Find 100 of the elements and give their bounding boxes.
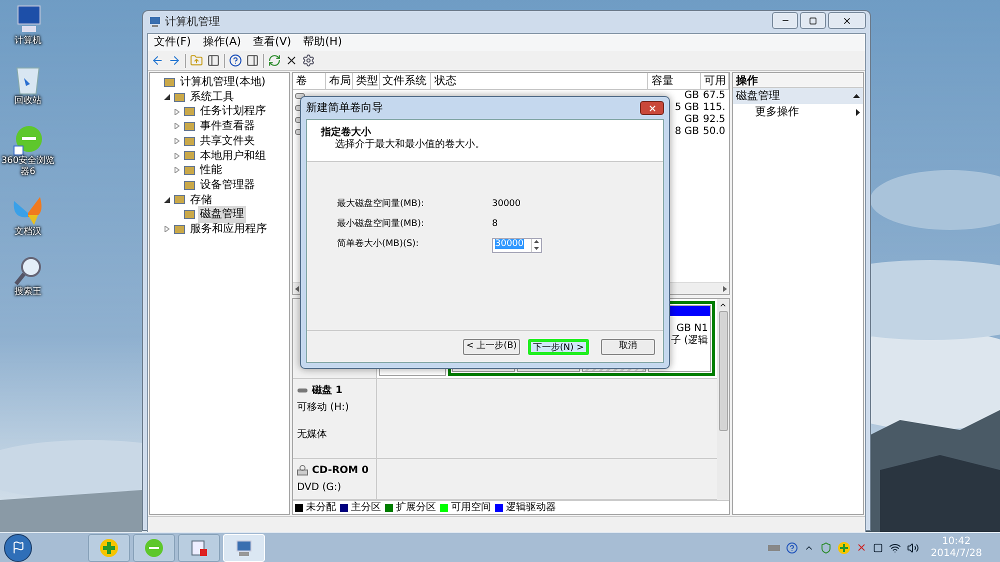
- collapsed-arrow-icon[interactable]: [164, 226, 170, 232]
- tree-item[interactable]: 性能: [198, 162, 224, 179]
- actions-title: 操作: [733, 73, 863, 88]
- table-cell-text: 115.: [702, 102, 726, 114]
- disk-status: 无媒体: [297, 428, 328, 442]
- expanded-arrow-icon[interactable]: [164, 196, 170, 203]
- spin-up-icon[interactable]: [534, 240, 539, 244]
- node-icon: [174, 194, 185, 206]
- collapsed-arrow-icon[interactable]: [174, 138, 180, 144]
- computer-management-icon: [149, 16, 161, 28]
- tree-item[interactable]: 任务计划程序: [198, 103, 268, 120]
- disk-name: 磁盘 1: [312, 384, 342, 398]
- field-label: 最大磁盘空间量(MB):: [337, 198, 425, 212]
- close-icon: [842, 16, 852, 26]
- disk-name: CD-ROM 0: [312, 464, 369, 478]
- legend-label: 可用空间: [451, 500, 491, 515]
- node-icon: [184, 209, 195, 220]
- delete-icon[interactable]: [285, 54, 298, 67]
- close-button[interactable]: [640, 101, 664, 115]
- windows-flag-icon: [12, 541, 24, 554]
- table-cell-text: 92.5: [702, 114, 726, 126]
- column-header[interactable]: 容量: [648, 73, 702, 89]
- tree-item[interactable]: 系统工具: [188, 88, 236, 106]
- start-button[interactable]: [4, 534, 32, 562]
- tree-item[interactable]: 磁盘管理: [198, 206, 246, 223]
- table-cell-text: 8 GB: [674, 126, 700, 138]
- collapse-icon[interactable]: [853, 94, 860, 98]
- refresh-icon[interactable]: [268, 54, 281, 67]
- collapsed-arrow-icon[interactable]: [174, 152, 180, 159]
- column-header[interactable]: 卷: [293, 73, 326, 89]
- help-icon[interactable]: [229, 54, 242, 67]
- tree-item[interactable]: 共享文件夹: [198, 132, 257, 150]
- panel-icon[interactable]: [207, 54, 220, 67]
- forward-icon[interactable]: [168, 54, 181, 67]
- browser-icon: [144, 538, 164, 558]
- column-header[interactable]: 布局: [326, 73, 353, 89]
- node-icon: [184, 120, 195, 132]
- close-button[interactable]: [828, 12, 866, 29]
- volume-icon[interactable]: [906, 542, 919, 554]
- table-cell-text: 67.5: [702, 90, 726, 102]
- scroll-up-icon[interactable]: [719, 301, 727, 309]
- monitor-icon: [190, 538, 208, 556]
- actions-section-header[interactable]: 磁盘管理: [733, 88, 863, 104]
- menu-item[interactable]: 查看(V): [253, 34, 292, 51]
- tree-item[interactable]: 事件查看器: [198, 118, 257, 135]
- menu-item[interactable]: 文件(F): [154, 34, 191, 51]
- wizard-button[interactable]: 取消: [601, 338, 655, 354]
- column-header[interactable]: 文件系统: [380, 73, 432, 89]
- partition-label: 子 (逻辑: [670, 335, 708, 347]
- tree-item[interactable]: 服务和应用程序: [188, 220, 269, 238]
- window-title: 计算机管理: [165, 14, 220, 30]
- legend-label: 未分配: [306, 500, 336, 515]
- wizard-heading: 指定卷大小: [321, 127, 372, 138]
- menu-item[interactable]: 操作(A): [202, 34, 242, 51]
- expanded-arrow-icon[interactable]: [164, 94, 170, 100]
- wizard-button[interactable]: < 上一步(B): [463, 338, 520, 354]
- device-icon[interactable]: [872, 542, 883, 552]
- menu-item[interactable]: 帮助(H): [303, 34, 342, 51]
- taskbar-button[interactable]: [178, 534, 220, 562]
- column-header[interactable]: 类型: [352, 73, 380, 89]
- node-icon: [164, 76, 175, 88]
- collapsed-arrow-icon[interactable]: [174, 167, 180, 174]
- tree-item[interactable]: 计算机管理(本地): [178, 74, 268, 91]
- wizard-button[interactable]: 下一步(N) >: [528, 338, 589, 354]
- panel-icon[interactable]: [246, 54, 259, 67]
- close-icon: [648, 104, 656, 112]
- column-header[interactable]: 状态: [431, 73, 648, 89]
- action-link[interactable]: 更多操作: [755, 104, 799, 120]
- collapsed-arrow-icon[interactable]: [174, 108, 180, 115]
- collapsed-arrow-icon[interactable]: [174, 123, 180, 130]
- legend-label: 扩展分区: [396, 500, 436, 515]
- tree-item[interactable]: 存储: [188, 192, 214, 208]
- node-icon: [184, 164, 195, 176]
- scrollbar[interactable]: [717, 299, 729, 500]
- node-icon: [184, 150, 195, 162]
- table-cell-text: GB: [683, 90, 700, 102]
- scroll-right-icon[interactable]: [723, 286, 727, 292]
- plus-icon: [99, 538, 119, 558]
- node-icon: [184, 136, 195, 147]
- section-title: 磁盘管理: [736, 88, 780, 104]
- network-error-icon[interactable]: [856, 542, 867, 553]
- table-cell-text: 50.0: [702, 126, 726, 138]
- spinbox-value: 30000: [495, 239, 524, 250]
- help-icon[interactable]: [786, 542, 798, 554]
- node-icon: [184, 106, 195, 118]
- column-header[interactable]: 可用: [701, 73, 729, 89]
- node-icon: [184, 180, 195, 191]
- field-label: 简单卷大小(MB)(S):: [337, 238, 420, 252]
- cd-drive-icon: [297, 465, 308, 476]
- computer-management-icon: [234, 538, 254, 556]
- disk-type: DVD (G:): [297, 481, 342, 495]
- maximize-icon: [809, 16, 817, 24]
- legend-label: 主分区: [351, 500, 381, 515]
- tree-item[interactable]: 设备管理器: [198, 176, 257, 194]
- spin-down-icon[interactable]: [534, 246, 539, 250]
- signal-icon[interactable]: [888, 542, 901, 554]
- tree-item[interactable]: 本地用户和组: [198, 148, 268, 164]
- maximize-button[interactable]: [800, 12, 826, 29]
- back-icon[interactable]: [151, 54, 164, 67]
- properties-icon[interactable]: [302, 54, 315, 67]
